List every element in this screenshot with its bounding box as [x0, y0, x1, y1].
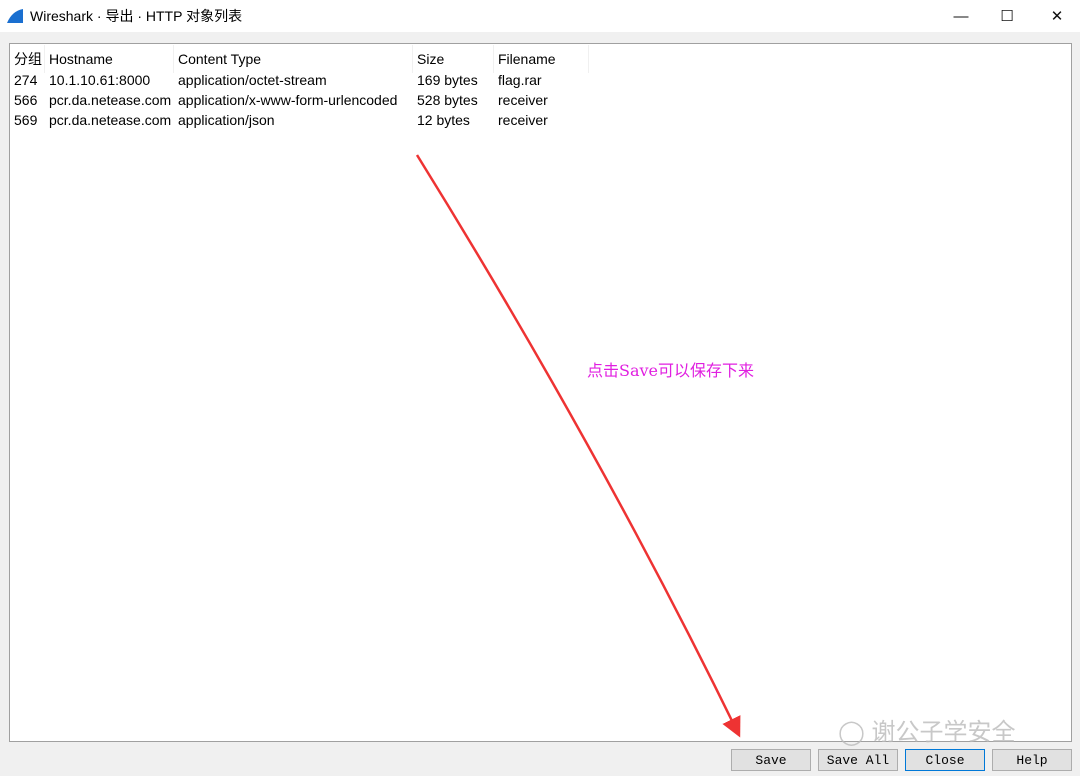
save-button[interactable]: Save — [731, 749, 811, 771]
watermark: ◯ 谢公子学安全 — [838, 712, 1016, 747]
annotation-arrow — [415, 154, 741, 738]
save-all-button[interactable]: Save All — [818, 749, 898, 771]
close-button[interactable]: Close — [905, 749, 985, 771]
wechat-icon: ◯ — [838, 719, 865, 746]
watermark-text: 谢公子学安全 — [871, 719, 1016, 746]
annotation-text: 点击Save可以保存下来 — [587, 361, 755, 380]
help-button[interactable]: Help — [992, 749, 1072, 771]
